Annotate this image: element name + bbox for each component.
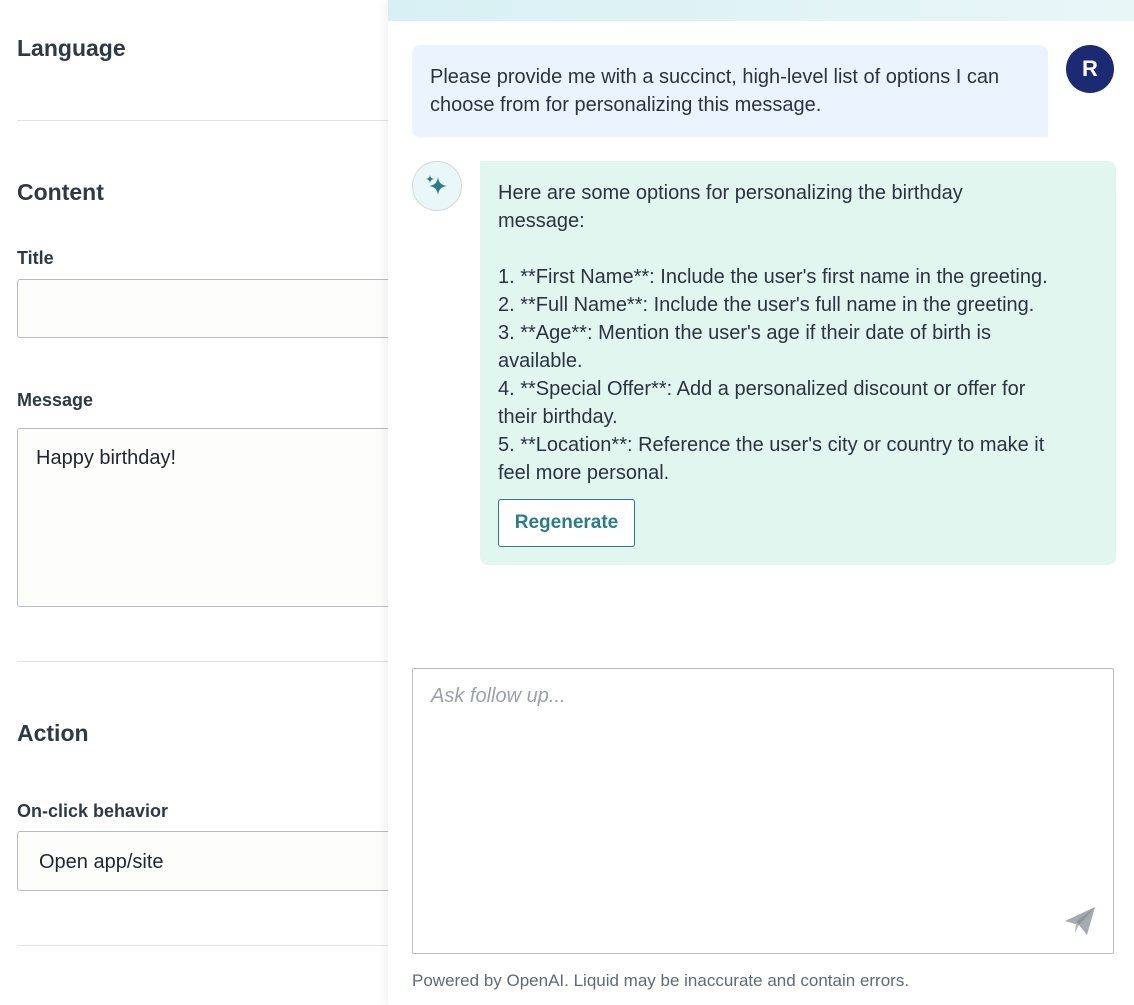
- divider: [17, 661, 388, 662]
- ai-response-line: 1. **First Name**: Include the user's fi…: [498, 266, 1048, 288]
- language-heading: Language: [17, 35, 126, 61]
- title-input[interactable]: [17, 279, 388, 338]
- ai-response-line: Here are some options for personalizing …: [498, 182, 963, 204]
- ai-response-line: their birthday.: [498, 406, 618, 428]
- regenerate-button[interactable]: Regenerate: [498, 499, 635, 547]
- message-label: Message: [17, 390, 94, 410]
- message-textarea[interactable]: Happy birthday!: [17, 428, 388, 607]
- ai-response-line: available.: [498, 350, 583, 372]
- followup-input-box: [412, 668, 1114, 954]
- ai-assistant-drawer: Please provide me with a succinct, high-…: [388, 0, 1134, 1005]
- user-message-bubble: Please provide me with a succinct, high-…: [412, 45, 1048, 137]
- message-textarea-value: Happy birthday!: [36, 447, 177, 469]
- message-form-panel: Language Content Title Message Happy bir…: [0, 0, 388, 1005]
- divider: [17, 120, 388, 121]
- ai-response-line: feel more personal.: [498, 462, 670, 484]
- ai-response-line: 4. **Special Offer**: Add a personalized…: [498, 378, 1026, 400]
- title-label: Title: [17, 248, 54, 268]
- onclick-behavior-label: On-click behavior: [17, 801, 169, 821]
- action-heading: Action: [17, 720, 89, 746]
- ai-response-line: 5. **Location**: Reference the user's ci…: [498, 434, 1045, 456]
- ai-response-line: 2. **Full Name**: Include the user's ful…: [498, 294, 1035, 316]
- content-heading: Content: [17, 179, 104, 205]
- sparkle-icon: [412, 161, 462, 211]
- onclick-behavior-select[interactable]: Open app/site: [17, 831, 388, 891]
- divider: [17, 945, 388, 946]
- avatar: R: [1066, 45, 1114, 93]
- onclick-behavior-value: Open app/site: [39, 851, 164, 873]
- ai-response-bubble: Here are some options for personalizing …: [480, 161, 1116, 565]
- ai-response-line: [498, 235, 1098, 263]
- drawer-header-strip: [388, 0, 1134, 21]
- ai-response-line: 3. **Age**: Mention the user's age if th…: [498, 322, 991, 344]
- user-message-text: Please provide me with a succinct, high-…: [430, 66, 1000, 116]
- disclaimer-text: Powered by OpenAI. Liquid may be inaccur…: [412, 971, 910, 990]
- ai-response-text: Here are some options for personalizing …: [498, 179, 1098, 487]
- followup-input[interactable]: [413, 669, 1113, 953]
- send-icon[interactable]: [1063, 905, 1097, 937]
- ai-response-line: message:: [498, 210, 585, 232]
